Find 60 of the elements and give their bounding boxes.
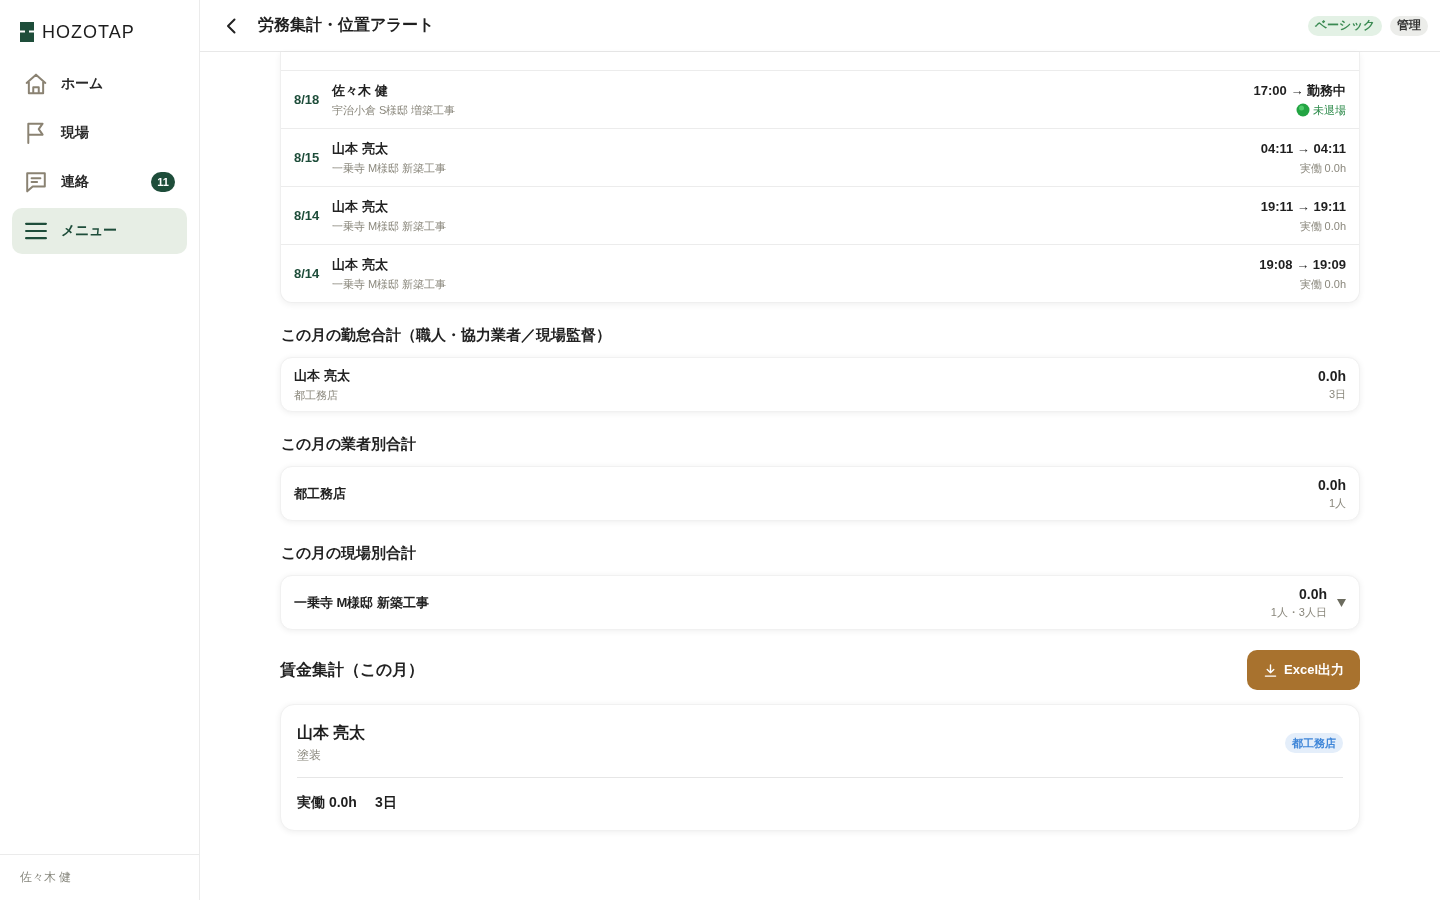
total-hours: 0.0h: [1318, 476, 1346, 495]
company-name: 都工務店: [294, 387, 338, 403]
site-total-card[interactable]: 一乗寺 M様邸 新築工事 0.0h 1人・3人日: [280, 575, 1360, 630]
flag-icon: [25, 122, 47, 144]
worker-name: 山本 亮太: [297, 723, 366, 743]
site-name: 一乗寺 M様邸 新築工事: [332, 160, 447, 176]
section-heading: この月の現場別合計: [281, 543, 417, 563]
summary-name: 一乗寺 M様邸 新築工事: [294, 593, 430, 612]
trade-text: 塗装: [297, 747, 321, 764]
site-name: 宇治小倉 S様邸 増築工事: [332, 102, 456, 118]
page-title: 労務集計・位置アラート: [258, 15, 434, 35]
date-text: 8/14: [294, 266, 321, 281]
date-text: 8/15: [294, 150, 321, 165]
role-badge: 管理: [1390, 15, 1428, 36]
section-heading: この月の業者別合計: [281, 434, 417, 454]
worked-hours: 実働 0.0h: [1299, 160, 1346, 176]
nav-item[interactable]: ホーム: [12, 61, 187, 107]
worked-hours: 実働 0.0h: [1299, 276, 1346, 292]
summary-name: 都工務店: [294, 484, 346, 503]
export-button[interactable]: Excel出力: [1247, 650, 1360, 690]
back-icon: [226, 17, 236, 34]
menu-icon: [25, 220, 47, 242]
total-hours: 0.0h: [1299, 585, 1327, 604]
worker-name: 山本 亮太: [332, 139, 388, 158]
section-heading: この月の勤怠合計（職人・協力業者／現場監督）: [281, 325, 612, 345]
time-range: 17:00 → 勤務中: [1253, 81, 1346, 100]
nav-item[interactable]: メニュー: [12, 208, 187, 254]
status-text: 未退場: [1313, 102, 1346, 118]
worker-name: 佐々木 健: [332, 81, 388, 100]
caret-icon[interactable]: [1337, 598, 1346, 607]
nav-item[interactable]: 連絡 11: [12, 159, 187, 205]
section-heading: 賃金集計（この月）: [280, 659, 424, 680]
worked-hours: 実働 0.0h: [1299, 218, 1346, 234]
date-text: 8/14: [294, 208, 321, 223]
site-name: 一乗寺 M様邸 新築工事: [332, 218, 447, 234]
worker-name: 山本 亮太: [332, 197, 388, 216]
worked-days: 3日: [374, 790, 397, 814]
download-icon: [1264, 663, 1277, 677]
total-count: 1人・3人日: [1270, 605, 1327, 620]
chat-bubble-icon: [25, 171, 47, 193]
date-text: 8/18: [294, 92, 321, 107]
logo-text: HOZOTAP: [42, 22, 135, 42]
total-count: 1人: [1328, 496, 1346, 511]
company-tag: 都工務店: [1285, 733, 1343, 753]
worker-name: 山本 亮太: [332, 255, 388, 274]
total-count: 3日: [1328, 387, 1346, 402]
status-dot-icon: [1296, 102, 1310, 117]
nav-item[interactable]: 現場: [12, 110, 187, 156]
user-name: 佐々木 健: [20, 869, 72, 886]
worked-hours: 実働 0.0h: [297, 793, 357, 812]
time-range: 04:11 → 04:11: [1260, 139, 1346, 158]
time-range: 19:11 → 19:11: [1260, 197, 1346, 216]
total-hours: 0.0h: [1318, 367, 1346, 386]
logo-icon: [20, 22, 34, 42]
site-name: 一乗寺 M様邸 新築工事: [332, 276, 447, 292]
unread-count-badge: 11: [151, 172, 175, 192]
plan-badge: ベーシック: [1308, 15, 1382, 36]
time-range: 19:08 → 19:09: [1259, 255, 1346, 274]
home-icon: [25, 73, 47, 95]
summary-name: 山本 亮太: [294, 366, 350, 385]
